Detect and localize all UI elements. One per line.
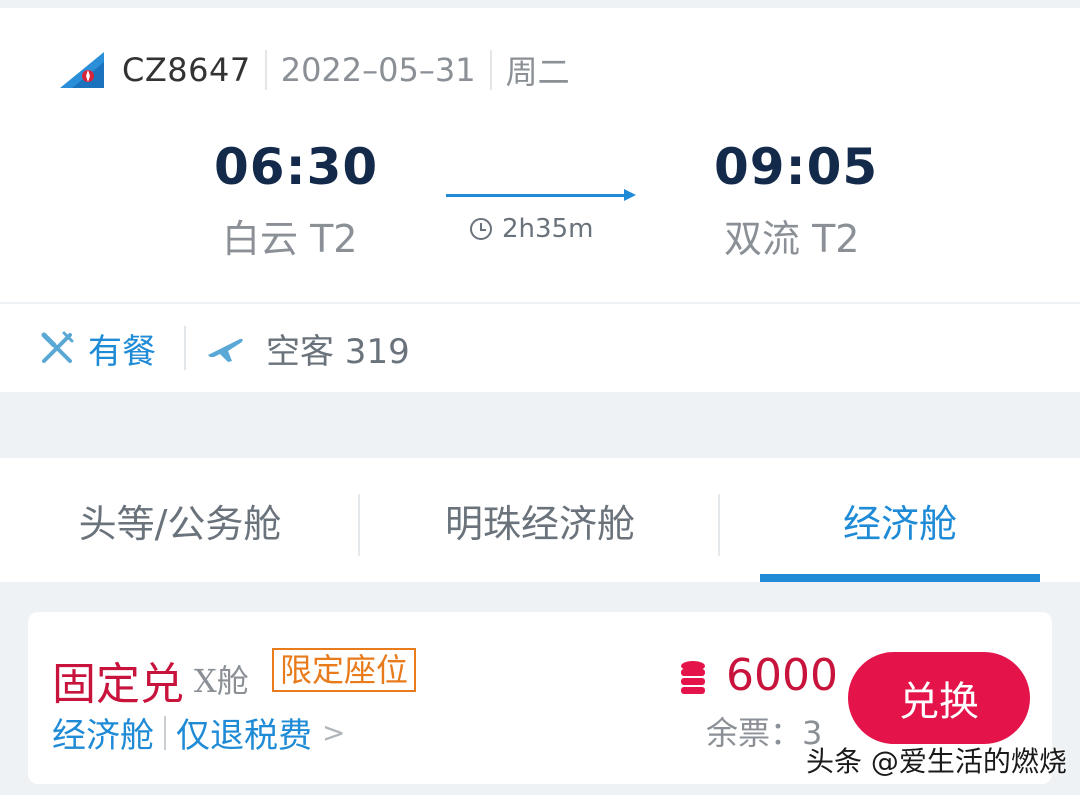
- tab-selected-indicator: [760, 574, 1040, 582]
- limited-seat-badge: 限定座位: [272, 648, 417, 692]
- meal-label: 有餐: [88, 331, 156, 372]
- aircraft-label: 空客 319: [266, 331, 410, 372]
- departure-airport: 白云 T2: [222, 217, 358, 261]
- fare-title: 固定兑: [52, 659, 184, 710]
- arrival-time: 09:05: [714, 138, 879, 196]
- route-arrow-icon: [624, 189, 636, 201]
- tab-pearl-economy[interactable]: 明珠经济舱: [360, 458, 720, 582]
- tab-first-business[interactable]: 头等/公务舱: [0, 458, 360, 582]
- clock-icon: [470, 218, 492, 240]
- flight-info-bar: 有餐 空客 319: [0, 304, 1080, 392]
- departure-time: 06:30: [214, 138, 379, 196]
- flight-date: 2022–05–31: [280, 51, 476, 89]
- divider: [164, 715, 166, 750]
- divider: [489, 50, 492, 90]
- flight-header: CZ8647 2022–05–31 周二: [58, 40, 570, 100]
- remaining-tickets: 余票：3: [706, 714, 823, 752]
- flight-weekday: 周二: [505, 53, 570, 91]
- fare-rules[interactable]: 经济舱 仅退税费 >: [52, 708, 345, 757]
- flight-duration: 2h35m: [470, 214, 593, 244]
- coin-stack-icon: [681, 661, 705, 694]
- arrival-airport: 双流 T2: [724, 217, 860, 261]
- fork-knife-icon: [41, 331, 74, 363]
- fare-cabin-code: X舱: [194, 662, 249, 700]
- aircraft-info: 空客 319: [206, 324, 410, 373]
- cabin-tabs: 头等/公务舱 明珠经济舱 经济舱: [0, 458, 1080, 582]
- duration-text: 2h35m: [502, 214, 594, 244]
- refund-rule-link[interactable]: 仅退税费: [176, 708, 312, 757]
- route-line: [446, 194, 632, 197]
- plane-icon: [208, 338, 243, 362]
- divider: [184, 326, 186, 370]
- divider: [264, 50, 267, 90]
- tab-economy[interactable]: 经济舱: [720, 458, 1080, 582]
- china-southern-logo-icon: [60, 52, 104, 88]
- fare-cabin-class: 经济舱: [52, 716, 154, 756]
- chevron-right-icon: >: [322, 716, 346, 749]
- flight-card: CZ8647 2022–05–31 周二 06:30 白云 T2 2h35m 0…: [0, 8, 1080, 302]
- watermark: 头条 @爱生活的燃烧: [806, 745, 1067, 778]
- points-price: 6000: [726, 650, 838, 701]
- flight-number: CZ8647: [122, 51, 251, 89]
- exchange-button[interactable]: 兑换: [848, 652, 1030, 744]
- meal-info: 有餐: [40, 324, 156, 373]
